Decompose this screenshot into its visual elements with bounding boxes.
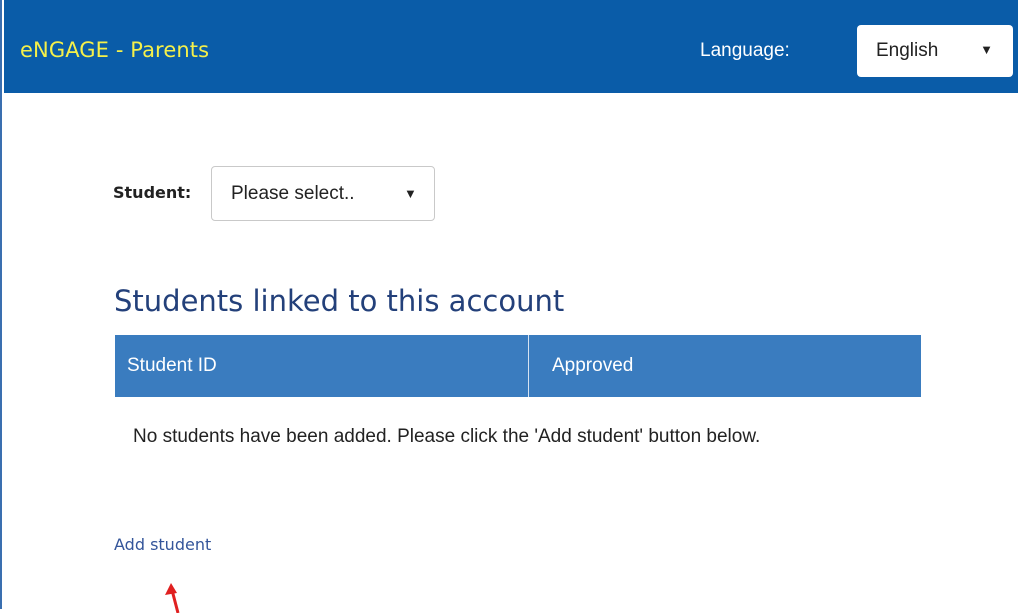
chevron-down-icon: ▼ bbox=[404, 186, 417, 201]
linked-students-heading: Students linked to this account bbox=[114, 284, 565, 318]
add-student-link[interactable]: Add student bbox=[114, 535, 211, 554]
language-select-value: English bbox=[876, 40, 939, 61]
student-select-value: Please select.. bbox=[231, 183, 355, 204]
page-frame: eNGAGE - Parents Language: English ▼ Stu… bbox=[0, 0, 1018, 613]
column-header-approved: Approved bbox=[552, 355, 634, 376]
language-label: Language: bbox=[700, 40, 790, 61]
top-navigation-bar: eNGAGE - Parents Language: English ▼ bbox=[4, 0, 1018, 93]
student-label: Student: bbox=[113, 183, 192, 202]
empty-table-message: No students have been added. Please clic… bbox=[133, 426, 761, 447]
linked-students-table: Student ID Approved bbox=[115, 335, 921, 397]
brand-title[interactable]: eNGAGE - Parents bbox=[20, 38, 209, 62]
chevron-down-icon: ▼ bbox=[980, 42, 993, 57]
table-header-row: Student ID Approved bbox=[115, 335, 921, 397]
language-select[interactable]: English ▼ bbox=[857, 25, 1013, 77]
student-select[interactable]: Please select.. ▼ bbox=[211, 166, 435, 221]
column-header-student-id: Student ID bbox=[115, 335, 529, 397]
